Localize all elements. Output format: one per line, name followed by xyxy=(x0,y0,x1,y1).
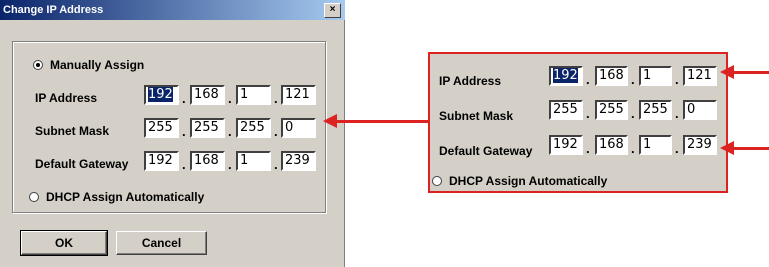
close-icon[interactable]: × xyxy=(324,3,341,18)
subnet-octet-1[interactable]: 255 xyxy=(144,118,179,138)
subnet-separator-3: . xyxy=(274,124,278,139)
ip-octet-2[interactable]: 168 xyxy=(190,85,225,105)
subnet-separator-2: . xyxy=(228,124,232,139)
change-ip-dialog: Change IP Address × Manually Assign IP A… xyxy=(0,0,345,267)
zoom-subnet-separator-1: . xyxy=(586,106,590,121)
subnet-octet-4[interactable]: 0 xyxy=(281,118,316,138)
gateway-octet-2[interactable]: 168 xyxy=(190,151,225,171)
zoom-gateway-octet-4: 239 xyxy=(683,135,717,155)
default-gateway-label: Default Gateway xyxy=(35,157,129,171)
zoom-subnet-octet-4: 0 xyxy=(683,100,717,120)
ip-octet-3[interactable]: 1 xyxy=(236,85,271,105)
ip-address-label: IP Address xyxy=(35,91,98,105)
zoom-subnet-octet-3: 255 xyxy=(639,100,672,120)
gateway-separator-2: . xyxy=(228,157,232,172)
dhcp-assign-label: DHCP Assign Automatically xyxy=(46,190,205,204)
ip-arrow-head-icon xyxy=(720,65,734,79)
zoom-ip-separator-2: . xyxy=(631,72,635,87)
ip-separator-1: . xyxy=(182,91,186,106)
zoom-gateway-octet-3: 1 xyxy=(639,135,672,155)
zoom-gateway-separator-3: . xyxy=(675,141,679,156)
zoom-ip-octet-4: 121 xyxy=(683,66,717,86)
ip-octet-4[interactable]: 121 xyxy=(281,85,316,105)
window-title: Change IP Address xyxy=(3,4,104,16)
zoom-subnet-octet-2: 255 xyxy=(595,100,628,120)
subnet-octet-2[interactable]: 255 xyxy=(190,118,225,138)
zoom-gateway-octet-2: 168 xyxy=(595,135,628,155)
zoom-subnet-separator-2: . xyxy=(631,106,635,121)
zoom-dhcp-assign-radio: DHCP Assign Automatically xyxy=(432,174,607,188)
ip-separator-3: . xyxy=(274,91,278,106)
gateway-arrow-line xyxy=(734,147,769,150)
dhcp-assign-radio[interactable]: DHCP Assign Automatically xyxy=(29,190,204,204)
gateway-octet-1[interactable]: 192 xyxy=(144,151,179,171)
gateway-separator-3: . xyxy=(274,157,278,172)
gateway-separator-1: . xyxy=(182,157,186,172)
radio-unchecked-icon xyxy=(29,192,39,202)
zoom-ip-octet-3: 1 xyxy=(639,66,672,86)
zoom-ip-separator-1: . xyxy=(586,72,590,87)
zoom-radio-unchecked-icon xyxy=(432,176,442,186)
cancel-button[interactable]: Cancel xyxy=(116,231,207,255)
zoom-gateway-octet-1: 192 xyxy=(549,135,583,155)
manual-assign-label: Manually Assign xyxy=(50,58,145,72)
zoom-ip-octet-1-value: 192 xyxy=(553,68,578,83)
zoom-subnet-separator-3: . xyxy=(675,106,679,121)
ip-octet-1-value: 192 xyxy=(148,87,173,102)
zoom-gateway-separator-1: . xyxy=(586,141,590,156)
zoomed-callout-panel: IP Address 192 . 168 . 1 . 121 Subnet Ma… xyxy=(428,52,728,193)
gateway-octet-4[interactable]: 239 xyxy=(281,151,316,171)
zoom-gateway-separator-2: . xyxy=(631,141,635,156)
zoom-subnet-mask-label: Subnet Mask xyxy=(439,109,514,123)
zoom-subnet-octet-1: 255 xyxy=(549,100,583,120)
ip-octet-1[interactable]: 192 xyxy=(144,85,179,105)
ip-separator-2: . xyxy=(228,91,232,106)
callout-arrow-head-icon xyxy=(323,114,337,128)
title-bar: Change IP Address × xyxy=(0,0,345,20)
zoom-ip-separator-3: . xyxy=(675,72,679,87)
subnet-octet-3[interactable]: 255 xyxy=(236,118,271,138)
gateway-octet-3[interactable]: 1 xyxy=(236,151,271,171)
zoom-ip-address-label: IP Address xyxy=(439,74,502,88)
zoom-default-gateway-label: Default Gateway xyxy=(439,144,533,158)
zoom-dhcp-assign-label: DHCP Assign Automatically xyxy=(449,174,608,188)
callout-arrow-line xyxy=(336,120,428,123)
zoom-ip-octet-2: 168 xyxy=(595,66,628,86)
subnet-mask-label: Subnet Mask xyxy=(35,124,110,138)
radio-checked-icon xyxy=(33,60,43,70)
manual-assign-radio[interactable]: Manually Assign xyxy=(33,58,144,72)
ok-button[interactable]: OK xyxy=(20,230,108,256)
gateway-arrow-head-icon xyxy=(720,141,734,155)
zoom-ip-octet-1: 192 xyxy=(549,66,583,86)
ip-arrow-line xyxy=(734,71,769,74)
subnet-separator-1: . xyxy=(182,124,186,139)
